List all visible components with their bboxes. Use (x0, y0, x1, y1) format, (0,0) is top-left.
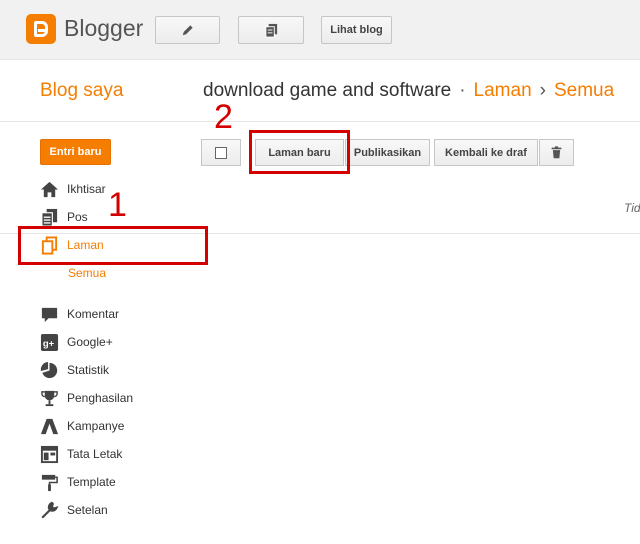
select-all-checkbox[interactable] (201, 139, 241, 166)
posts-icon (40, 208, 59, 227)
sidebar-item-label: Setelan (67, 503, 108, 517)
layout-icon (40, 445, 59, 464)
sidebar-item-google-plus[interactable]: g+ Google+ (40, 332, 113, 352)
sidebar-item-earnings[interactable]: Penghasilan (40, 388, 133, 408)
adwords-icon (40, 417, 59, 436)
breadcrumb-all[interactable]: Semua (554, 80, 614, 101)
sidebar-item-label: Komentar (67, 307, 120, 321)
sidebar-item-label: Template (67, 475, 116, 489)
new-entry-button[interactable]: Entri baru (40, 139, 111, 165)
brand-name[interactable]: Blogger (64, 15, 143, 42)
google-plus-icon: g+ (40, 333, 59, 352)
empty-state-text: Tid (624, 201, 640, 215)
home-icon (40, 180, 59, 199)
highlight-pages-box (18, 226, 208, 265)
pencil-icon (182, 24, 193, 35)
sidebar-item-label: Kampanye (67, 419, 125, 433)
sidebar-item-layout[interactable]: Tata Letak (40, 444, 122, 464)
top-bar: Blogger Lihat blog (0, 0, 640, 60)
new-post-button[interactable] (155, 16, 220, 44)
publish-button[interactable]: Publikasikan (345, 139, 430, 166)
sidebar-item-settings[interactable]: Setelan (40, 500, 108, 520)
checkbox-icon (215, 146, 227, 159)
revert-to-draft-button[interactable]: Kembali ke draf (434, 139, 538, 166)
wrench-icon (40, 501, 59, 520)
sidebar-item-label: Statistik (67, 363, 110, 377)
view-blog-button[interactable]: Lihat blog (321, 16, 392, 44)
paint-roller-icon (40, 473, 59, 492)
annotation-number-1: 1 (108, 186, 127, 224)
comment-icon (40, 305, 59, 324)
highlight-new-page-box (249, 130, 350, 174)
blog-name[interactable]: download game and software (203, 80, 451, 101)
posts-icon (264, 23, 277, 38)
section-header: Blog saya download game and software · Lam… (0, 60, 640, 122)
sidebar-item-template[interactable]: Template (40, 472, 116, 492)
sidebar-item-label: Penghasilan (67, 391, 134, 405)
breadcrumb-arrow: › (539, 80, 546, 101)
delete-button[interactable] (539, 139, 574, 166)
blogger-logo-icon[interactable] (26, 14, 56, 44)
svg-text:g+: g+ (43, 338, 55, 349)
sidebar-item-stats[interactable]: Statistik (40, 360, 109, 380)
my-blogs-link[interactable]: Blog saya (40, 80, 123, 102)
sidebar-item-label: Pos (67, 210, 88, 224)
sidebar-item-label: Tata Letak (67, 447, 123, 461)
sidebar-subitem-all[interactable]: Semua (68, 266, 106, 280)
breadcrumb: download game and software · Laman › Semua (203, 80, 614, 102)
annotation-number-2: 2 (214, 98, 233, 136)
sidebar-item-label: Ikhtisar (67, 182, 106, 196)
sidebar-item-posts[interactable]: Pos (40, 207, 88, 227)
sidebar-item-overview[interactable]: Ikhtisar (40, 179, 106, 199)
breadcrumb-dot: · (459, 80, 466, 101)
posts-list-button[interactable] (238, 16, 304, 44)
breadcrumb-pages[interactable]: Laman (474, 80, 532, 101)
trash-icon (551, 146, 562, 159)
pie-chart-icon (40, 361, 59, 380)
sidebar-item-label: Google+ (67, 335, 113, 349)
trophy-icon (40, 389, 59, 408)
sidebar-item-comments[interactable]: Komentar (40, 304, 119, 324)
sidebar-item-campaign[interactable]: Kampanye (40, 416, 124, 436)
